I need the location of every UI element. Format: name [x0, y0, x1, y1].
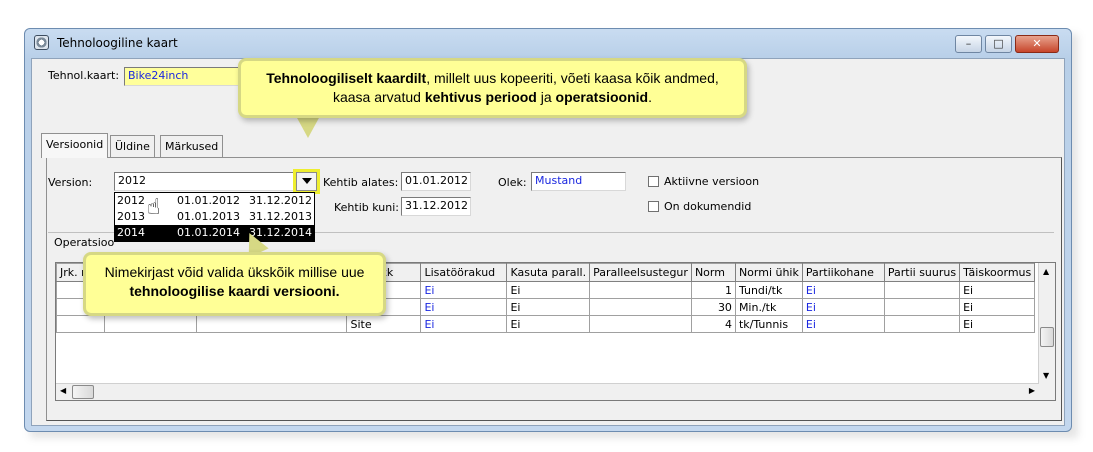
table-cell[interactable]: Min./tk: [734, 298, 803, 316]
table-cell[interactable]: 30: [690, 298, 736, 316]
table-cell[interactable]: Ei: [801, 281, 885, 299]
table-cell[interactable]: Ei: [420, 315, 508, 333]
table-cell[interactable]: Ei: [420, 298, 508, 316]
status-input[interactable]: Mustand: [531, 172, 626, 191]
table-cell[interactable]: 4: [690, 315, 736, 333]
table-cell[interactable]: [883, 298, 961, 316]
horizontal-scrollbar[interactable]: ◀ ▶: [56, 383, 1039, 400]
operations-label: Operatsioo: [54, 236, 115, 249]
callout-bottom: Nimekirjast võid valida ükskõik millise …: [83, 252, 386, 316]
active-version-checkbox[interactable]: [648, 176, 659, 187]
version-select[interactable]: 2012: [114, 172, 317, 191]
table-cell[interactable]: Site: [346, 315, 422, 333]
table-cell[interactable]: tk/Tunnis: [734, 315, 803, 333]
window-title: Tehnoloogiline kaart: [57, 36, 178, 50]
column-header[interactable]: Normi ühik: [734, 263, 803, 282]
scroll-up-icon[interactable]: ▲: [1043, 267, 1049, 276]
minimize-button[interactable]: –: [955, 35, 982, 53]
card-input[interactable]: Bike24inch: [124, 67, 242, 86]
column-header[interactable]: Partii suurus: [883, 263, 961, 282]
table-cell[interactable]: [883, 281, 961, 299]
vertical-scrollbar[interactable]: ▲ ▼: [1038, 263, 1055, 400]
horizontal-scroll-thumb[interactable]: [72, 385, 94, 399]
column-header[interactable]: Lisatöörakud: [420, 263, 508, 282]
table-cell[interactable]: Ei: [959, 281, 1036, 299]
table-cell[interactable]: Ei: [959, 298, 1036, 316]
table-cell[interactable]: Ei: [801, 315, 885, 333]
valid-to-label: Kehtib kuni:: [334, 201, 399, 214]
scroll-left-icon[interactable]: ◀: [60, 386, 66, 395]
callout-top: Tehnoloogiliselt kaardilt, millelt uus k…: [238, 58, 747, 118]
maximize-button[interactable]: □: [985, 35, 1012, 53]
callout-top-pointer: [296, 116, 320, 138]
dropdown-option-selected[interactable]: 2014 01.01.2014 31.12.2014: [115, 225, 314, 241]
title-bar[interactable]: Tehnoloogiline kaart – □ ✕: [25, 29, 1071, 57]
has-documents-checkbox[interactable]: [648, 201, 659, 212]
table-cell[interactable]: Ei: [506, 315, 591, 333]
status-label: Olek:: [498, 176, 527, 189]
card-label: Tehnol.kaart:: [48, 69, 120, 82]
active-version-label: Aktiivne versioon: [664, 175, 760, 188]
column-header[interactable]: Norm: [690, 263, 736, 282]
table-cell[interactable]: [883, 315, 961, 333]
chevron-down-icon: [302, 178, 312, 184]
version-dropdown-button[interactable]: [293, 169, 320, 194]
table-cell[interactable]: Ei: [506, 298, 591, 316]
version-label: Version:: [48, 176, 93, 189]
table-cell[interactable]: 1: [690, 281, 736, 299]
table-cell[interactable]: [103, 315, 198, 333]
dropdown-option[interactable]: 2013 01.01.2013 31.12.2013: [115, 209, 314, 225]
column-header[interactable]: Kasuta parall.: [506, 263, 591, 282]
table-cell[interactable]: Ei: [506, 281, 591, 299]
table-cell[interactable]: Ei: [959, 315, 1036, 333]
tab-versions[interactable]: Versioonid: [41, 133, 109, 158]
table-cell[interactable]: [196, 315, 348, 333]
column-header[interactable]: Täiskoormus: [959, 263, 1036, 282]
close-button[interactable]: ✕: [1015, 35, 1059, 53]
table-cell[interactable]: [589, 315, 692, 333]
tab-notes[interactable]: Märkused: [160, 135, 224, 157]
vertical-scroll-thumb[interactable]: [1040, 327, 1054, 347]
dropdown-option[interactable]: 2012 01.01.2012 31.12.2012: [115, 193, 314, 209]
hand-cursor-icon: ☝: [147, 195, 161, 220]
tab-general[interactable]: Üldine: [110, 135, 155, 157]
table-row[interactable]: Site Ei Ei 4 tk/Tunnis Ei Ei: [56, 315, 1036, 333]
column-header[interactable]: Partiikohane: [801, 263, 885, 282]
valid-from-label: Kehtib alates:: [323, 176, 399, 189]
table-cell[interactable]: Ei: [801, 298, 885, 316]
table-cell[interactable]: Ei: [420, 281, 508, 299]
valid-to-input[interactable]: 31.12.2012: [401, 197, 471, 216]
version-select-value: 2012: [118, 174, 146, 187]
version-dropdown-list: 2012 01.01.2012 31.12.2012 2013 01.01.20…: [114, 192, 315, 242]
table-cell[interactable]: [589, 281, 692, 299]
table-cell[interactable]: [589, 298, 692, 316]
scroll-right-icon[interactable]: ▶: [1029, 386, 1035, 395]
app-gear-icon: [34, 35, 49, 50]
has-documents-label: On dokumendid: [664, 200, 752, 213]
scroll-down-icon[interactable]: ▼: [1043, 371, 1049, 380]
valid-from-input[interactable]: 01.01.2012: [401, 172, 471, 191]
column-header[interactable]: Paralleelsustegur: [589, 263, 692, 282]
table-cell[interactable]: Tundi/tk: [734, 281, 803, 299]
table-cell[interactable]: [56, 315, 105, 333]
